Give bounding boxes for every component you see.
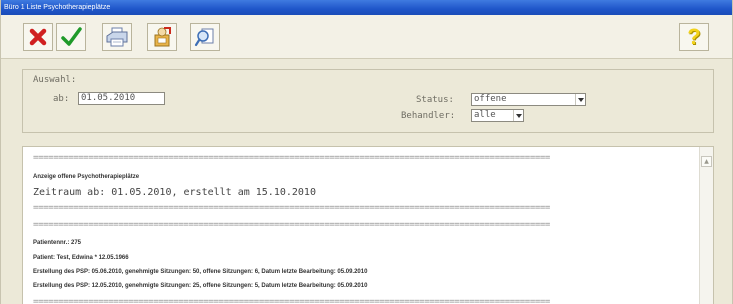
- export-icon: [154, 27, 171, 47]
- status-value: offene: [474, 94, 507, 104]
- help-button[interactable]: ?: [679, 23, 709, 51]
- separator-line: ========================================…: [33, 203, 550, 213]
- printer-icon: [106, 27, 128, 47]
- date-from-label: ab:: [53, 94, 70, 104]
- selection-group-label: Auswahl:: [33, 75, 77, 85]
- psp-entry: Erstellung des PSP: 05.06.2010, genehmig…: [33, 269, 368, 275]
- checkmark-icon: [61, 27, 82, 46]
- patient-name: Patient: Test, Edwina * 12.05.1966: [33, 255, 129, 261]
- report-heading: Anzeige offene Psychotherapieplätze: [33, 174, 140, 180]
- behandler-dropdown-arrow-icon[interactable]: [513, 110, 523, 121]
- report-output[interactable]: ========================================…: [22, 146, 714, 304]
- chevron-down-icon: [577, 97, 584, 102]
- separator-line: ========================================…: [33, 297, 550, 304]
- print-button[interactable]: [102, 23, 132, 51]
- patient-number: Patientennr.: 275: [33, 240, 82, 246]
- window-title: Büro 1 Liste Psychotherapieplätze: [1, 0, 732, 15]
- separator-line: ========================================…: [33, 153, 550, 163]
- behandler-label: Behandler:: [401, 111, 456, 121]
- scroll-up-icon[interactable]: ▲: [701, 156, 712, 167]
- psp-entry: Erstellung des PSP: 12.05.2010, genehmig…: [33, 283, 368, 289]
- search-button[interactable]: [190, 23, 220, 51]
- behandler-value: alle: [474, 110, 496, 120]
- report-period: Zeitraum ab: 01.05.2010, erstellt am 15.…: [33, 187, 316, 198]
- export-button[interactable]: [147, 23, 177, 51]
- cancel-button[interactable]: [23, 23, 53, 51]
- ok-button[interactable]: [56, 23, 86, 51]
- app-window: Büro 1 Liste Psychotherapieplätze ? Ausw…: [0, 0, 733, 304]
- search-icon: [194, 28, 214, 47]
- chevron-down-icon: [515, 113, 522, 118]
- date-from-input[interactable]: 01.05.2010: [78, 92, 165, 105]
- help-icon: ?: [687, 24, 701, 49]
- status-label: Status:: [416, 95, 454, 105]
- report-scrollbar[interactable]: ▲: [699, 147, 713, 304]
- toolbar: ?: [1, 15, 732, 59]
- selection-panel: Auswahl: ab: 01.05.2010 Status: offene B…: [22, 69, 714, 133]
- status-select[interactable]: offene: [471, 93, 586, 106]
- separator-line: ========================================…: [33, 220, 550, 230]
- date-from-value: 01.05.2010: [81, 93, 136, 103]
- status-dropdown-arrow-icon[interactable]: [575, 94, 585, 105]
- behandler-select[interactable]: alle: [471, 109, 524, 122]
- cancel-icon: [29, 28, 47, 46]
